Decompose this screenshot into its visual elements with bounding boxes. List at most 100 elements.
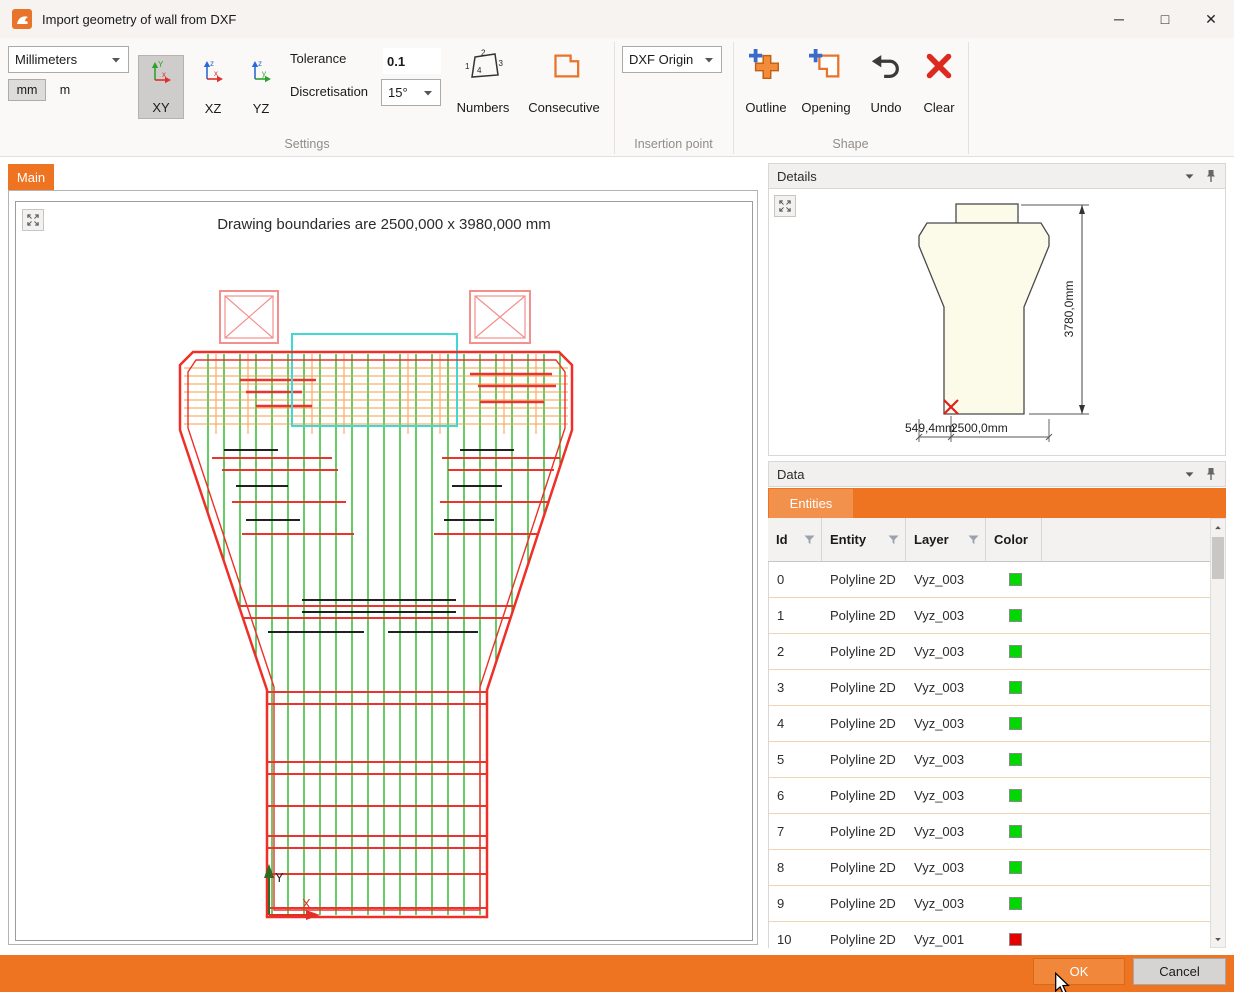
cell-entity: Polyline 2D [823,752,907,767]
close-button[interactable]: ✕ [1188,0,1234,38]
cell-entity: Polyline 2D [823,680,907,695]
cell-entity: Polyline 2D [823,608,907,623]
cell-id: 4 [769,716,823,731]
column-header-color[interactable]: Color [986,518,1042,561]
consecutive-label: Consecutive [528,100,600,118]
cell-layer: Vyz_003 [907,608,987,623]
scroll-down-button[interactable] [1211,931,1225,947]
cell-entity: Polyline 2D [823,896,907,911]
plane-xy-button[interactable]: Y x XY [138,55,184,119]
collapse-chevron-icon[interactable] [1184,173,1195,180]
cell-id: 10 [769,932,823,947]
cancel-button[interactable]: Cancel [1133,958,1226,985]
tolerance-input[interactable]: 0.1 [383,48,441,74]
table-row[interactable]: 9 Polyline 2D Vyz_003 [769,886,1210,922]
cell-color [987,933,1043,946]
cell-entity: Polyline 2D [823,716,907,731]
svg-text:z: z [210,59,214,68]
clear-button[interactable]: Clear [912,46,966,118]
ribbon: Millimeters mm m Y x XY z x [0,38,1234,157]
settings-group-label: Settings [0,137,614,151]
numbers-button[interactable]: 1 2 3 4 Numbers [452,46,514,118]
svg-text:x: x [162,70,166,79]
column-header-entity[interactable]: Entity [822,518,906,561]
unit-mm-button[interactable]: mm [8,79,46,101]
cell-id: 8 [769,860,823,875]
shape-group-label: Shape [733,137,968,151]
table-row[interactable]: 7 Polyline 2D Vyz_003 [769,814,1210,850]
svg-text:y: y [262,69,266,78]
cell-layer: Vyz_003 [907,572,987,587]
minimize-button[interactable]: ─ [1096,0,1142,38]
plane-yz-button[interactable]: z y YZ [238,55,284,119]
opening-button[interactable]: Opening [796,46,856,118]
cursor-pointer [1053,972,1071,992]
tolerance-label: Tolerance [290,51,346,66]
data-title: Data [777,467,804,482]
filter-funnel-icon[interactable] [888,535,899,545]
table-row[interactable]: 4 Polyline 2D Vyz_003 [769,706,1210,742]
cell-id: 3 [769,680,823,695]
cell-layer: Vyz_003 [907,644,987,659]
pin-icon[interactable] [1205,467,1217,481]
scrollbar-thumb[interactable] [1212,537,1224,579]
units-dropdown[interactable]: Millimeters [8,46,129,73]
wall-drawing: Y X [16,202,754,942]
cell-entity: Polyline 2D [823,824,907,839]
scroll-up-icon [1214,525,1222,530]
collapse-chevron-icon[interactable] [1184,471,1195,478]
tab-entities[interactable]: Entities [769,489,853,518]
table-row[interactable]: 2 Polyline 2D Vyz_003 [769,634,1210,670]
ok-button[interactable]: OK [1033,958,1125,985]
cell-color [987,573,1043,586]
table-row[interactable]: 6 Polyline 2D Vyz_003 [769,778,1210,814]
pin-icon[interactable] [1205,169,1217,183]
svg-text:1: 1 [465,62,470,71]
column-header-id[interactable]: Id [768,518,822,561]
zoom-fit-icon [777,198,793,214]
color-swatch [1009,645,1022,658]
unit-m-button[interactable]: m [50,79,80,101]
outline-button[interactable]: Outline [740,46,792,118]
table-row[interactable]: 3 Polyline 2D Vyz_003 [769,670,1210,706]
table-row[interactable]: 0 Polyline 2D Vyz_003 [769,562,1210,598]
drawing-canvas[interactable]: Drawing boundaries are 2500,000 x 3980,0… [15,201,753,941]
table-row[interactable]: 10 Polyline 2D Vyz_001 [769,922,1210,948]
table-row[interactable]: 1 Polyline 2D Vyz_003 [769,598,1210,634]
outline-label: Outline [745,100,786,118]
plane-xz-button[interactable]: z x XZ [190,55,236,119]
zoom-fit-button[interactable] [22,209,44,231]
cell-color [987,681,1043,694]
wall-outline-outer [180,352,572,917]
column-header-filler [1042,518,1210,561]
column-header-layer[interactable]: Layer [906,518,986,561]
scroll-up-button[interactable] [1211,519,1225,535]
filter-funnel-icon[interactable] [804,535,815,545]
table-row[interactable]: 5 Polyline 2D Vyz_003 [769,742,1210,778]
cell-color [987,897,1043,910]
filter-funnel-icon[interactable] [968,535,979,545]
table-row[interactable]: 8 Polyline 2D Vyz_003 [769,850,1210,886]
cell-id: 7 [769,824,823,839]
consecutive-button[interactable]: Consecutive [518,46,610,118]
footer-bar: OK Cancel [0,955,1234,992]
insertion-point-dropdown[interactable]: DXF Origin [622,46,722,73]
svg-text:x: x [214,69,218,78]
tab-main[interactable]: Main [8,164,54,190]
cell-layer: Vyz_003 [907,824,987,839]
clear-x-icon [921,49,957,83]
cell-color [987,753,1043,766]
discretisation-dropdown[interactable]: 15° [381,79,441,106]
units-value: Millimeters [15,52,77,67]
discretisation-value: 15° [388,85,408,100]
bearing-box-left [220,291,278,343]
color-swatch [1009,609,1022,622]
cell-id: 9 [769,896,823,911]
shape-preview: 3780,0mm 549,4mm 2500,0mm [769,189,1225,454]
svg-text:z: z [258,59,262,68]
maximize-button[interactable]: □ [1142,0,1188,38]
cell-id: 0 [769,572,823,587]
table-scrollbar[interactable] [1210,518,1226,948]
details-zoom-fit-button[interactable] [774,195,796,217]
undo-button[interactable]: Undo [862,46,910,118]
